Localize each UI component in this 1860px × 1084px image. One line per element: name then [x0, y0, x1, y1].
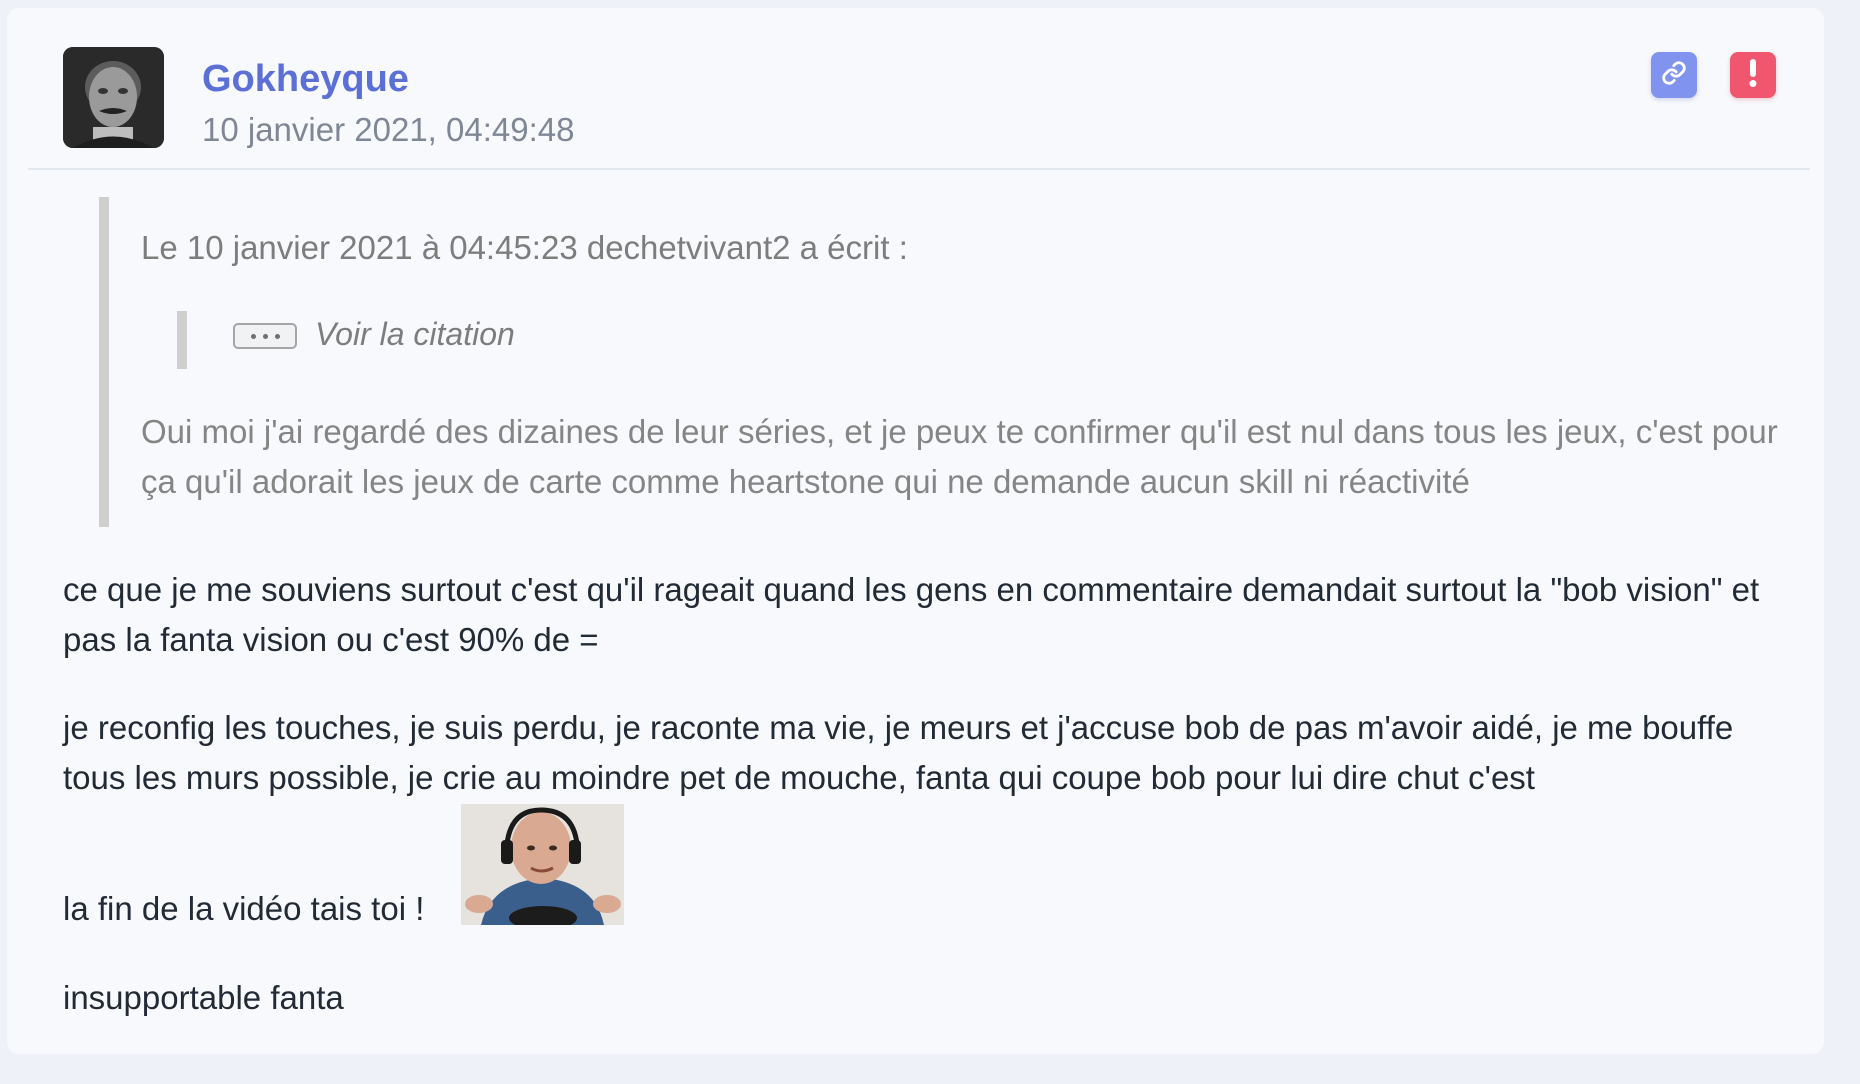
view-quote-link[interactable]: Voir la citation	[315, 316, 515, 353]
post-paragraph: la fin de la vidéo tais toi !	[63, 890, 425, 927]
avatar[interactable]	[63, 47, 164, 148]
permalink-button[interactable]	[1651, 52, 1697, 98]
exclamation-icon	[1748, 58, 1758, 93]
quote-text: Oui moi j'ai regardé des dizaines de leu…	[141, 413, 1778, 500]
author-name[interactable]: Gokheyque	[202, 58, 409, 101]
post-paragraph: je reconfig les touches, je suis perdu, …	[63, 709, 1734, 796]
quote-bar	[99, 197, 109, 527]
expand-quote-button[interactable]	[233, 323, 297, 349]
blockquote: Le 10 janvier 2021 à 04:45:23 dechetviva…	[99, 189, 1799, 529]
sticker-image	[461, 804, 624, 925]
header-divider	[28, 168, 1810, 170]
quote-header: Le 10 janvier 2021 à 04:45:23 dechetviva…	[141, 229, 908, 266]
forum-post: Gokheyque 10 janvier 2021, 04:49:48 Le 1…	[7, 8, 1824, 1054]
report-button[interactable]	[1730, 52, 1776, 98]
ellipsis-icon	[250, 333, 256, 339]
nested-quote-bar	[177, 311, 187, 369]
post-paragraph: insupportable fanta	[63, 979, 344, 1016]
post-paragraph: ce que je me souviens surtout c'est qu'i…	[63, 571, 1760, 658]
post-timestamp: 10 janvier 2021, 04:49:48	[202, 111, 575, 148]
link-icon	[1661, 60, 1687, 91]
